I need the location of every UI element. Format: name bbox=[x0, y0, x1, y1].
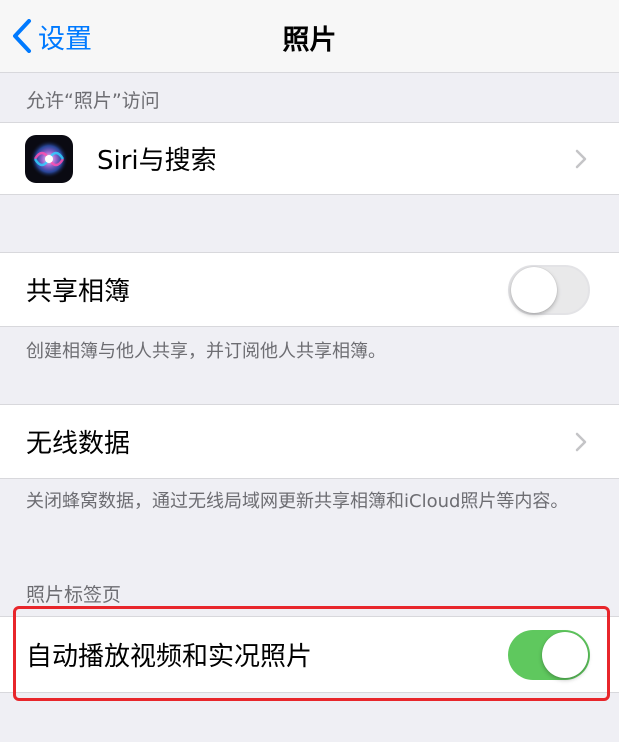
photos-tab-group: 自动播放视频和实况照片 bbox=[0, 616, 619, 693]
section-header-photos-tab: 照片标签页 bbox=[26, 584, 122, 606]
shared-albums-group: 共享相簿 bbox=[0, 252, 619, 327]
autoplay-cell: 自动播放视频和实况照片 bbox=[0, 617, 619, 692]
access-group: Siri与搜索 bbox=[0, 122, 619, 195]
chevron-right-icon bbox=[575, 432, 587, 451]
section-header-access: 允许“照片”访问 bbox=[26, 90, 160, 112]
siri-search-cell[interactable]: Siri与搜索 bbox=[0, 123, 619, 194]
shared-albums-toggle[interactable] bbox=[508, 264, 590, 315]
cellular-data-label: 无线数据 bbox=[26, 429, 131, 459]
toggle-knob bbox=[542, 631, 588, 678]
autoplay-label: 自动播放视频和实况照片 bbox=[26, 642, 313, 672]
shared-albums-label: 共享相簿 bbox=[26, 277, 131, 307]
page-title: 照片 bbox=[282, 25, 337, 56]
siri-search-label: Siri与搜索 bbox=[97, 146, 217, 176]
cellular-footer: 关闭蜂窝数据，通过无线局域网更新共享相簿和iCloud照片等内容。 bbox=[26, 491, 569, 512]
autoplay-toggle[interactable] bbox=[508, 629, 590, 680]
siri-icon bbox=[25, 134, 73, 183]
shared-albums-footer: 创建相簿与他人共享，并订阅他人共享相簿。 bbox=[26, 341, 386, 362]
cellular-group: 无线数据 bbox=[0, 404, 619, 479]
shared-albums-cell: 共享相簿 bbox=[0, 253, 619, 326]
chevron-right-icon bbox=[575, 149, 587, 168]
toggle-knob bbox=[511, 266, 557, 313]
navigation-bar: 设置 照片 bbox=[0, 0, 619, 73]
cellular-data-cell[interactable]: 无线数据 bbox=[0, 405, 619, 478]
